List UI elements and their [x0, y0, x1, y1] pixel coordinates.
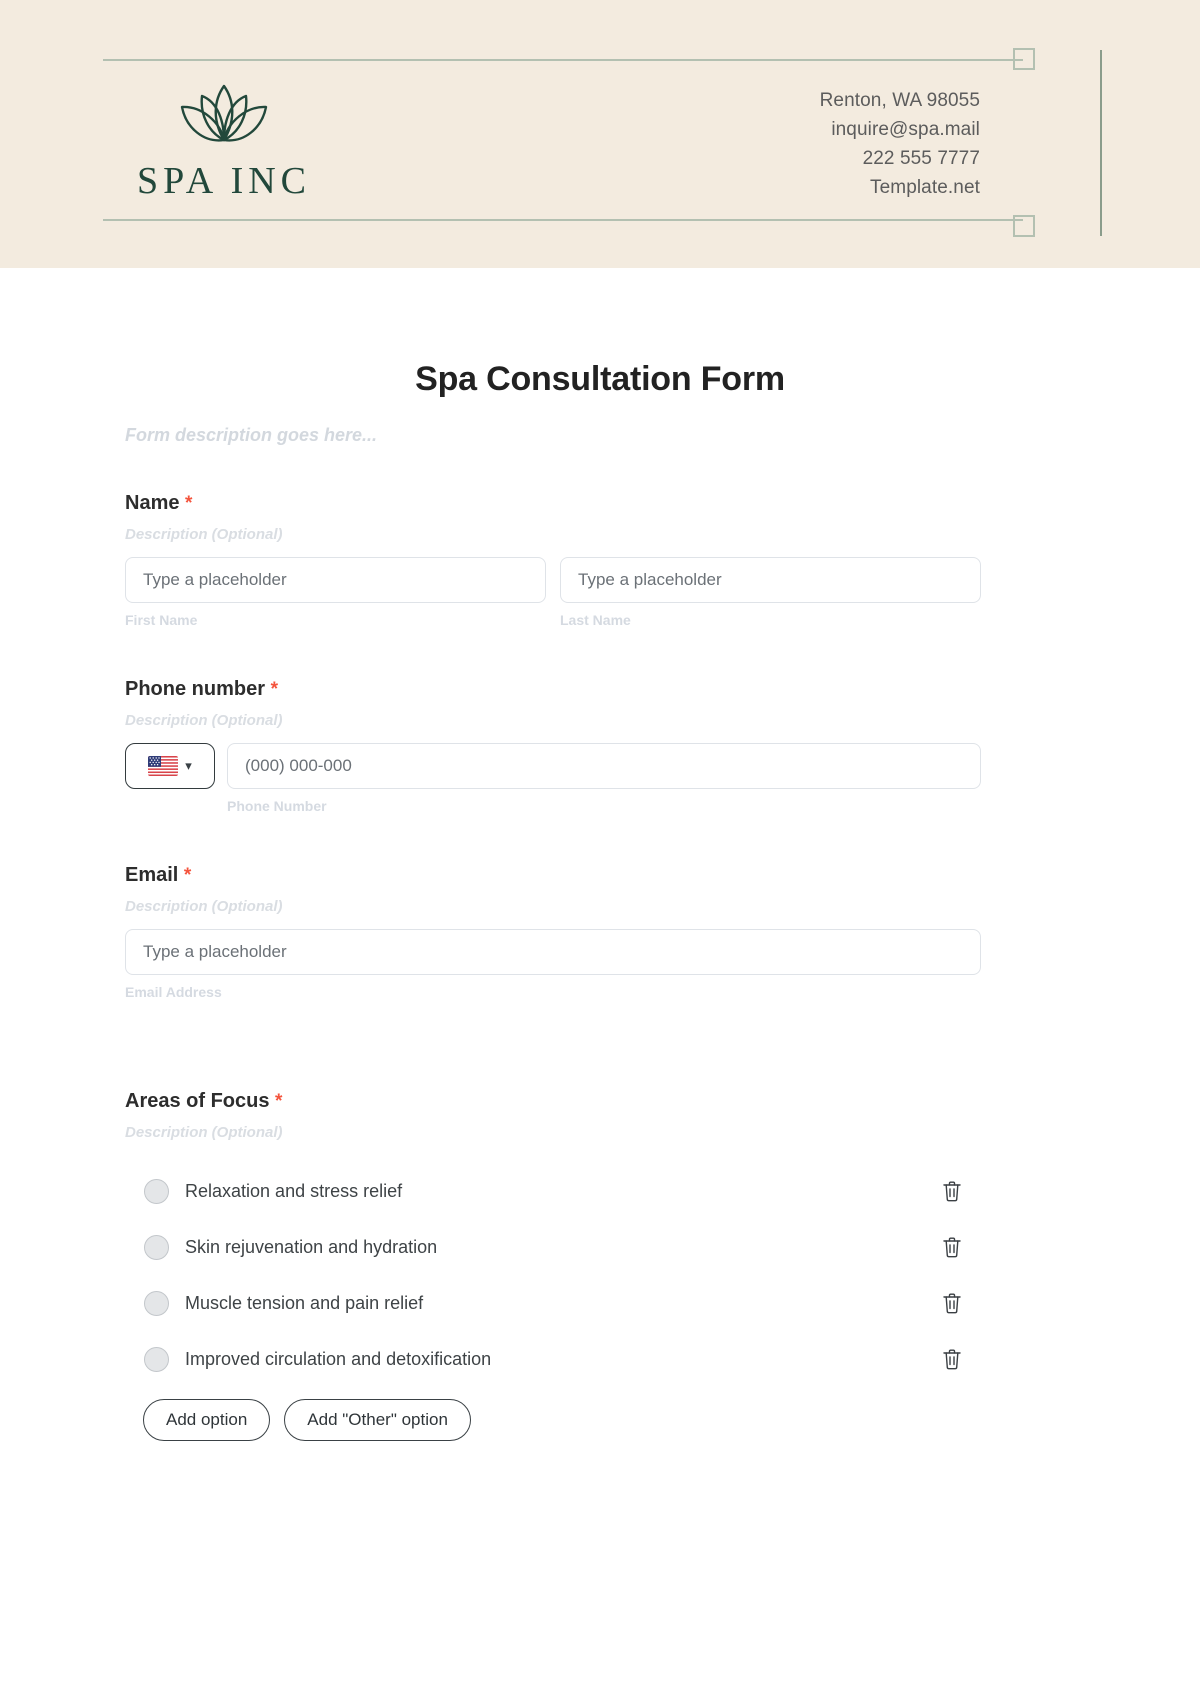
options-list: Relaxation and stress relief Skin rejuve… — [125, 1163, 981, 1387]
form-description: Form description goes here... — [125, 425, 378, 445]
field-email: Email * Description (Optional) Type a pl… — [125, 864, 981, 1000]
field-areas-label-text: Areas of Focus — [125, 1090, 270, 1112]
radio-icon[interactable] — [144, 1346, 169, 1372]
header-corner-square-bottom — [1013, 215, 1035, 237]
first-name-sublabel: First Name — [125, 612, 198, 628]
field-phone: Phone number * Description (Optional) ▾ … — [125, 678, 981, 814]
field-phone-description: Description (Optional) — [125, 712, 283, 729]
chevron-down-icon: ▾ — [185, 758, 192, 773]
country-code-select[interactable]: ▾ — [125, 743, 215, 789]
last-name-input[interactable]: Type a placeholder — [560, 557, 981, 603]
required-asterisk: * — [185, 493, 193, 514]
field-email-label: Email * — [125, 864, 981, 887]
delete-icon[interactable] — [941, 1347, 963, 1371]
field-email-description: Description (Optional) — [125, 898, 283, 915]
field-name-description: Description (Optional) — [125, 526, 283, 543]
required-asterisk: * — [270, 679, 278, 700]
field-areas-label: Areas of Focus * — [125, 1090, 981, 1113]
option-row[interactable]: Muscle tension and pain relief — [125, 1275, 981, 1331]
email-sublabel: Email Address — [125, 984, 222, 1000]
first-name-input[interactable]: Type a placeholder — [125, 557, 546, 603]
field-areas-description: Description (Optional) — [125, 1124, 283, 1141]
delete-icon[interactable] — [941, 1179, 963, 1203]
option-row[interactable]: Improved circulation and detoxification — [125, 1331, 981, 1387]
header-top-rule — [103, 59, 1023, 61]
field-name-label: Name * — [125, 492, 981, 515]
option-buttons: Add option Add "Other" option — [125, 1399, 981, 1441]
required-asterisk: * — [275, 1091, 283, 1112]
field-name: Name * Description (Optional) Type a pla… — [125, 492, 981, 628]
required-asterisk: * — [183, 865, 192, 886]
field-name-label-text: Name — [125, 492, 180, 514]
contact-website: Template.net — [870, 177, 980, 198]
option-label: Relaxation and stress relief — [185, 1180, 403, 1201]
radio-icon[interactable] — [144, 1290, 169, 1316]
field-email-label-text: Email — [125, 864, 179, 886]
email-input[interactable]: Type a placeholder — [125, 929, 981, 975]
header-vertical-rule — [1100, 50, 1102, 236]
brand-logo: SPA INC — [124, 80, 324, 203]
brand-name: SPA INC — [136, 160, 312, 202]
contact-info: Renton, WA 98055 inquire@spa.mail 222 55… — [820, 86, 980, 202]
option-row[interactable]: Relaxation and stress relief — [125, 1163, 981, 1219]
radio-icon[interactable] — [144, 1178, 169, 1204]
option-label: Improved circulation and detoxification — [185, 1348, 492, 1369]
contact-email: inquire@spa.mail — [831, 119, 980, 140]
phone-sublabel: Phone Number — [227, 798, 327, 814]
field-areas-of-focus: Areas of Focus * Description (Optional) … — [125, 1090, 981, 1441]
option-label: Skin rejuvenation and hydration — [185, 1236, 438, 1257]
contact-phone: 222 555 7777 — [862, 148, 980, 169]
option-row[interactable]: Skin rejuvenation and hydration — [125, 1219, 981, 1275]
header-corner-square-top — [1013, 48, 1035, 70]
field-phone-label-text: Phone number — [125, 678, 266, 700]
delete-icon[interactable] — [941, 1235, 963, 1259]
us-flag-icon — [148, 756, 179, 776]
page-title: Spa Consultation Form — [415, 360, 785, 398]
lotus-icon — [180, 84, 268, 142]
add-option-button[interactable]: Add option — [143, 1399, 271, 1441]
contact-address: Renton, WA 98055 — [819, 90, 980, 111]
field-phone-label: Phone number * — [125, 678, 981, 701]
letterhead-header: SPA INC Renton, WA 98055 inquire@spa.mai… — [0, 0, 1200, 268]
phone-number-input[interactable]: (000) 000-000 — [227, 743, 981, 789]
add-other-option-button[interactable]: Add "Other" option — [284, 1399, 471, 1441]
radio-icon[interactable] — [144, 1234, 169, 1260]
form-body: Spa Consultation Form Form description g… — [0, 360, 1200, 1441]
option-label: Muscle tension and pain relief — [185, 1292, 424, 1313]
delete-icon[interactable] — [941, 1291, 963, 1315]
last-name-sublabel: Last Name — [560, 612, 631, 628]
header-bottom-rule — [103, 219, 1023, 221]
